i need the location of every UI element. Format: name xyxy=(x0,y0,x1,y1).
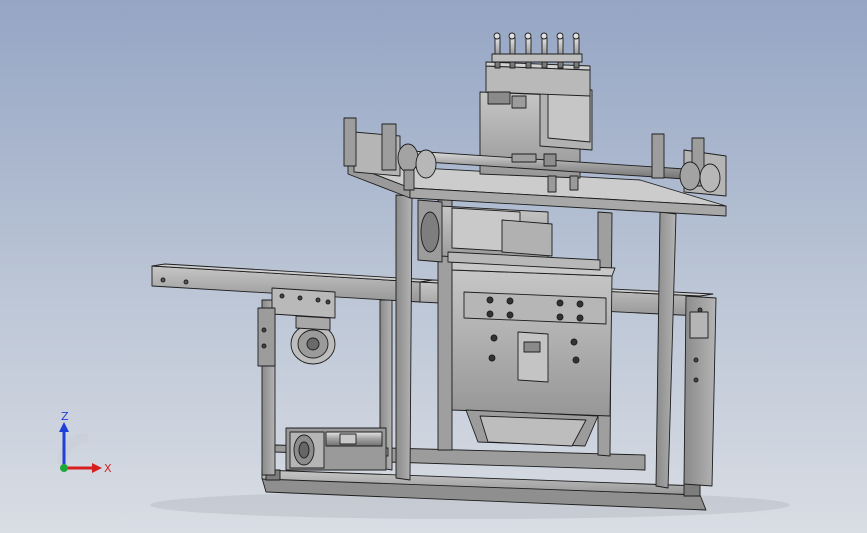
machine-assembly-model[interactable] xyxy=(0,0,867,533)
drive-pulley[interactable] xyxy=(290,315,336,365)
x-axis-label: X xyxy=(104,462,112,475)
x-axis-arrowhead xyxy=(92,463,102,473)
center-mold-box[interactable] xyxy=(451,261,616,447)
lower-roller-assembly[interactable] xyxy=(285,427,387,471)
z-axis-label: Z xyxy=(61,410,69,423)
graphics-viewport[interactable]: Z X xyxy=(0,0,867,533)
left-conveyor-arm[interactable] xyxy=(151,263,714,317)
reference-triad[interactable]: Z X xyxy=(44,408,124,482)
triad-axes: Z X xyxy=(57,410,112,475)
right-side-plate[interactable] xyxy=(683,295,717,487)
y-axis-dot xyxy=(60,464,68,472)
z-axis-arrowhead xyxy=(59,422,69,432)
